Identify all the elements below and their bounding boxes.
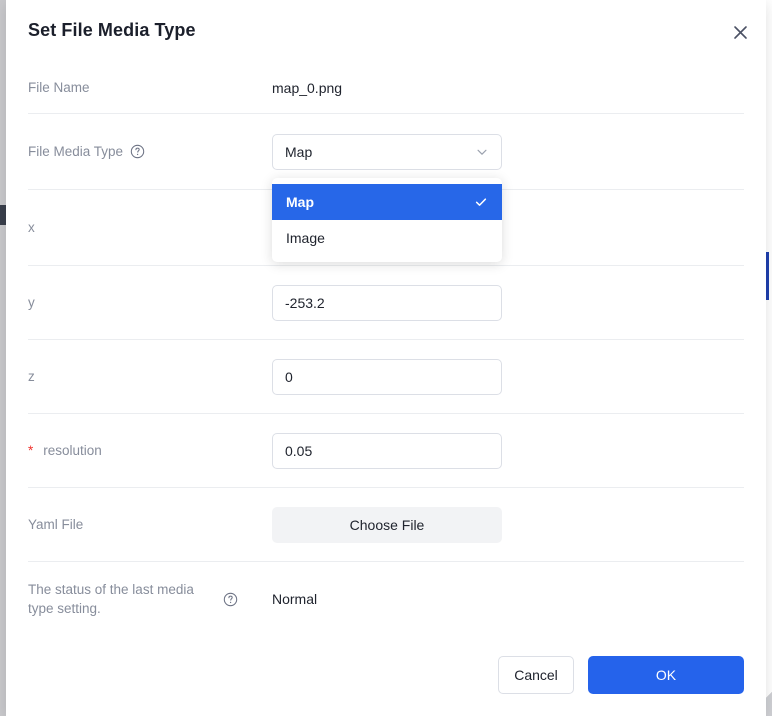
file-name-label-group: File Name [28, 78, 272, 97]
resolution-control [272, 432, 744, 469]
file-name-value: map_0.png [272, 79, 343, 96]
dialog-header: Set File Media Type [6, 0, 766, 62]
x-label-group: x [28, 218, 272, 237]
file-name-label: File Name [28, 80, 90, 95]
status-value-control: Normal [272, 591, 744, 607]
row-z: z [28, 340, 744, 414]
background-right-accent-line [766, 252, 769, 300]
set-file-media-type-dialog: Set File Media Type File Name map_0.png … [6, 0, 766, 716]
resolution-input[interactable] [272, 432, 502, 469]
choose-file-button[interactable]: Choose File [272, 506, 502, 543]
y-input[interactable] [272, 284, 502, 321]
file-media-type-label-group: File Media Type [28, 142, 272, 161]
file-media-type-dropdown-menu: Map Image [272, 177, 502, 262]
chevron-down-icon [477, 149, 487, 155]
z-input[interactable] [272, 358, 502, 395]
dialog-title: Set File Media Type [28, 20, 196, 40]
file-media-type-control: Map Map Image [272, 133, 744, 262]
yaml-file-label-group: Yaml File [28, 515, 272, 534]
required-marker: * [28, 443, 34, 458]
dropdown-option-map-label: Map [286, 193, 314, 210]
y-label: y [28, 295, 35, 310]
row-yaml-file: Yaml File Choose File [28, 488, 744, 562]
status-label: The status of the last media type settin… [28, 582, 194, 616]
check-icon [475, 197, 487, 206]
dialog-footer: Cancel OK [6, 642, 766, 716]
resolution-label: resolution [43, 443, 102, 458]
dropdown-option-image[interactable]: Image [272, 220, 502, 256]
yaml-file-label: Yaml File [28, 517, 84, 532]
dropdown-option-image-label: Image [286, 229, 325, 246]
z-label: z [28, 369, 35, 384]
z-control [272, 358, 744, 395]
y-control [272, 284, 744, 321]
row-media-type-status: The status of the last media type settin… [28, 562, 744, 636]
row-file-name: File Name map_0.png [28, 62, 744, 114]
y-label-group: y [28, 293, 272, 312]
question-circle-icon[interactable] [223, 592, 238, 607]
cancel-button[interactable]: Cancel [498, 656, 574, 694]
dialog-form: File Name map_0.png File Media Type Map … [6, 62, 766, 636]
x-label: x [28, 220, 35, 235]
question-circle-icon[interactable] [130, 144, 145, 159]
row-file-media-type: File Media Type Map Map Image [28, 114, 744, 262]
row-y: y [28, 266, 744, 340]
ok-button[interactable]: OK [588, 656, 744, 694]
z-label-group: z [28, 367, 272, 386]
close-icon[interactable] [728, 20, 752, 44]
file-name-value-group: map_0.png [272, 80, 744, 96]
row-resolution: * resolution [28, 414, 744, 488]
file-media-type-select[interactable]: Map [272, 133, 502, 170]
background-right-edge [766, 0, 772, 716]
file-media-type-selected-value: Map [285, 143, 313, 160]
file-media-type-label: File Media Type [28, 144, 124, 159]
status-value: Normal [272, 591, 318, 607]
dropdown-option-map[interactable]: Map [272, 183, 502, 220]
status-label-group: The status of the last media type settin… [28, 580, 272, 618]
resolution-label-group: * resolution [28, 441, 272, 460]
file-media-type-select-wrap: Map Map Image [272, 133, 502, 262]
yaml-file-control: Choose File [272, 506, 744, 543]
